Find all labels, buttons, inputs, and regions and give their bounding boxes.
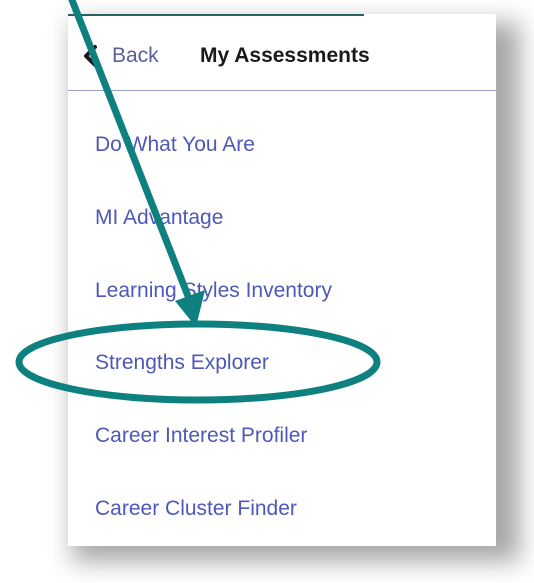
assessments-panel: Back My Assessments Do What You Are MI A… [68,14,496,546]
page-title: My Assessments [200,44,370,67]
chevron-left-icon [84,45,97,67]
menu-item-career-cluster-finder[interactable]: Career Cluster Finder [95,497,297,521]
menu-item-career-interest-profiler[interactable]: Career Interest Profiler [95,424,307,448]
back-label: Back [112,44,159,67]
menu-item-do-what-you-are[interactable]: Do What You Are [95,133,255,157]
menu-item-mi-advantage[interactable]: MI Advantage [95,206,223,230]
menu-item-strengths-explorer[interactable]: Strengths Explorer [95,351,269,375]
back-button[interactable]: Back [78,40,159,72]
panel-header: Back My Assessments [68,16,496,91]
menu-item-learning-styles-inventory[interactable]: Learning Styles Inventory [95,279,332,303]
screenshot-stage: Back My Assessments Do What You Are MI A… [0,0,534,583]
